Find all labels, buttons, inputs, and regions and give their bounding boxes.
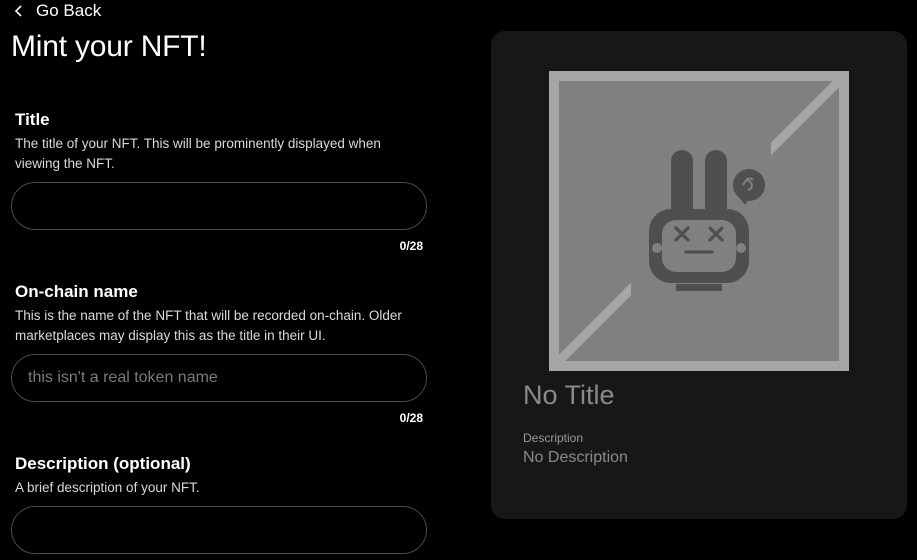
title-help-text: The title of your NFT. This will be prom…: [15, 136, 381, 171]
onchain-help-text: This is the name of the NFT that will be…: [15, 308, 402, 343]
placeholder-bunny-icon: [549, 71, 849, 371]
description-input[interactable]: [11, 506, 427, 554]
onchain-field-group: On-chain name This is the name of the NF…: [11, 282, 427, 425]
chevron-left-icon: [14, 5, 22, 17]
preview-description-label: Description: [523, 431, 584, 445]
mint-page: Go Back Mint your NFT! Title The title o…: [0, 0, 917, 560]
go-back-label: Go Back: [36, 1, 102, 20]
page-title: Mint your NFT!: [11, 30, 207, 63]
nft-preview-card: No Title Description No Description: [491, 31, 907, 519]
title-label: Title: [15, 110, 50, 129]
onchain-char-counter: 0/28: [399, 411, 423, 425]
preview-description: No Description: [523, 449, 628, 466]
go-back-link[interactable]: Go Back: [14, 1, 101, 21]
description-help-text: A brief description of your NFT.: [15, 480, 200, 495]
title-input[interactable]: [11, 182, 427, 230]
onchain-name-input[interactable]: [11, 354, 427, 402]
title-field-group: Title The title of your NFT. This will b…: [11, 110, 427, 253]
description-label: Description (optional): [15, 454, 191, 473]
title-char-counter: 0/28: [399, 239, 423, 253]
description-field-group: Description (optional) A brief descripti…: [11, 454, 427, 554]
preview-title: No Title: [523, 380, 615, 410]
onchain-label: On-chain name: [15, 282, 138, 301]
